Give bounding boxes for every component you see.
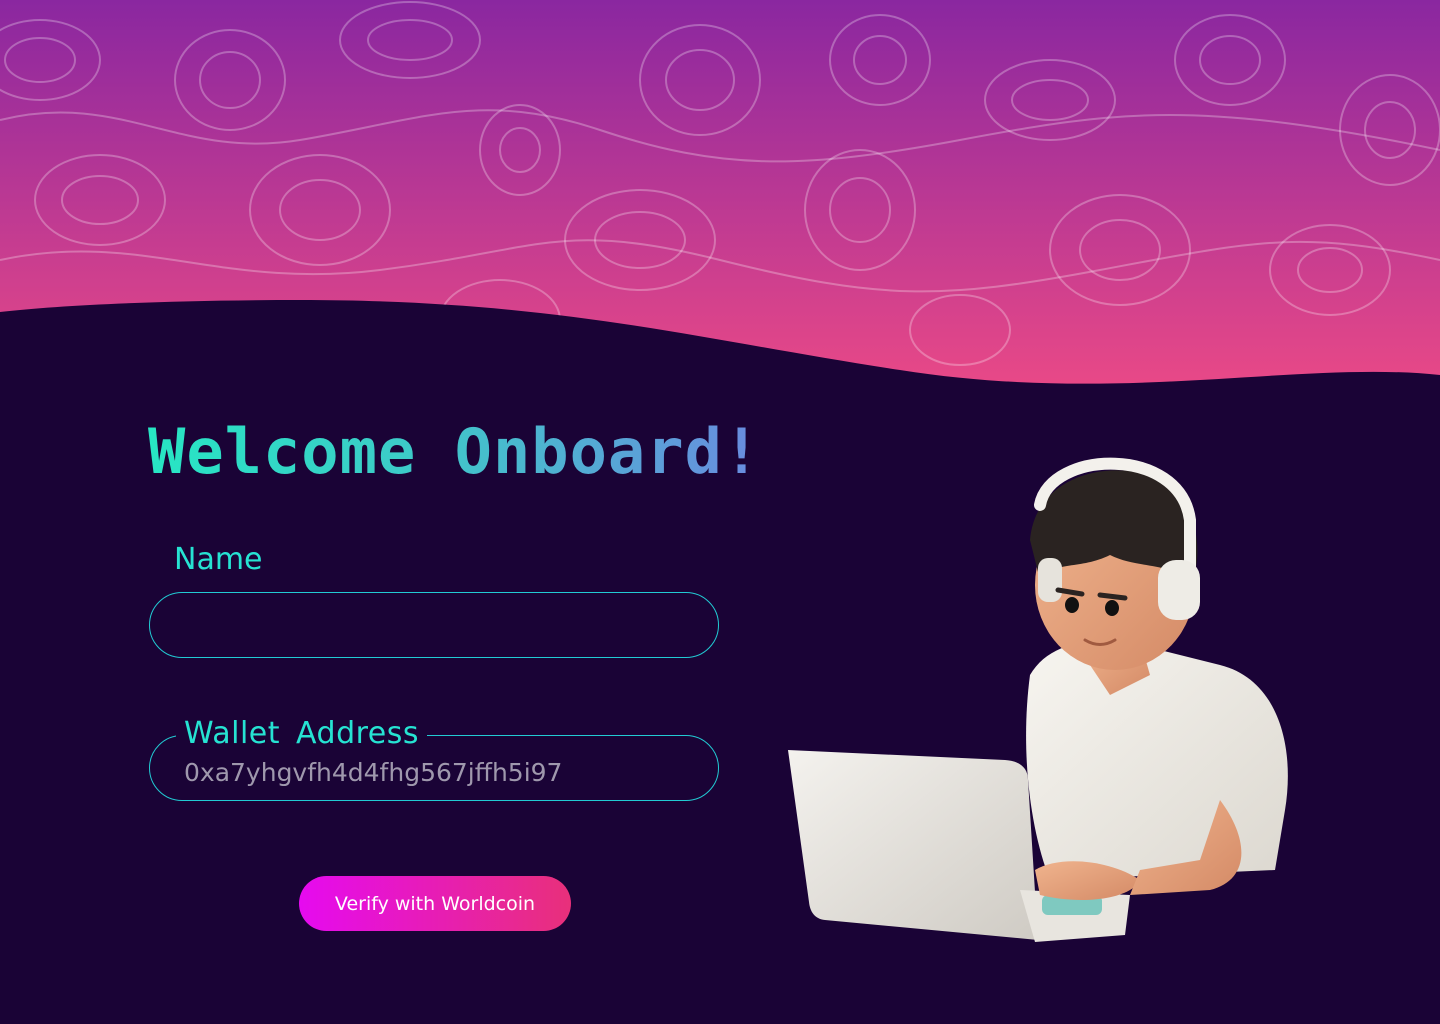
page-title: Welcome Onboard! xyxy=(148,412,761,492)
name-label: Name xyxy=(174,542,263,577)
wallet-address-label: Wallet Address xyxy=(176,716,428,752)
verify-worldcoin-button[interactable]: Verify with Worldcoin xyxy=(299,876,571,931)
hero-banner xyxy=(0,0,1440,384)
person-laptop-illustration xyxy=(788,457,1288,942)
name-input[interactable] xyxy=(149,592,719,658)
wallet-address-value[interactable]: 0xa7yhgvfh4d4fhg567jffh5i97 xyxy=(184,758,562,788)
